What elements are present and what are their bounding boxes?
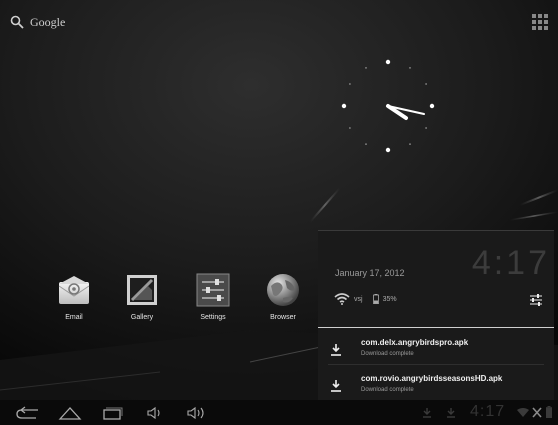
download-icon xyxy=(331,344,341,356)
home-icon[interactable] xyxy=(56,404,84,421)
notification-separator xyxy=(328,364,544,365)
battery-icon xyxy=(546,406,552,418)
back-icon[interactable] xyxy=(14,404,42,421)
download-icon xyxy=(423,408,431,418)
search-icon xyxy=(10,15,24,29)
status-bar-clock: 4:17 xyxy=(470,403,506,420)
notification-item[interactable]: com.delx.angrybirdspro.apk Download comp… xyxy=(318,333,554,371)
notification-title: com.delx.angrybirdspro.apk xyxy=(361,338,469,347)
gallery-icon xyxy=(127,275,157,305)
wifi-icon xyxy=(517,408,529,417)
system-navigation-bar: 4:17 xyxy=(0,400,558,425)
notification-title: com.rovio.angrybirdsseasonsHD.apk xyxy=(361,374,503,383)
download-icon xyxy=(447,408,455,418)
browser-globe-icon xyxy=(267,274,299,306)
quick-settings-icon[interactable] xyxy=(528,293,544,307)
wifi-network-label: vsj xyxy=(354,295,363,303)
app-settings[interactable]: Settings xyxy=(183,272,243,321)
analog-clock-widget[interactable] xyxy=(338,56,438,156)
search-label: Google xyxy=(30,14,66,29)
app-email[interactable]: Email xyxy=(44,272,104,321)
app-browser[interactable]: Browser xyxy=(253,272,313,321)
volume-up-icon[interactable] xyxy=(182,404,210,421)
notification-panel[interactable]: January 17, 2012 4:17 vsj 35% com.delx.a… xyxy=(318,230,554,401)
battery-percent: 35% xyxy=(382,295,397,303)
app-label: Browser xyxy=(270,314,296,321)
volume-down-icon[interactable] xyxy=(140,404,168,421)
app-label: Email xyxy=(65,314,83,321)
email-icon xyxy=(58,276,90,304)
panel-time: 4:17 xyxy=(471,244,550,282)
all-apps-button[interactable] xyxy=(532,14,548,30)
panel-date: January 17, 2012 xyxy=(335,268,405,278)
google-search-bar[interactable]: Google xyxy=(10,12,65,32)
app-gallery[interactable]: Gallery xyxy=(112,272,172,321)
wifi-icon xyxy=(334,293,350,305)
close-notifications-icon[interactable] xyxy=(532,407,542,418)
app-label: Settings xyxy=(200,314,226,321)
system-tray[interactable]: 4:17 xyxy=(420,403,555,422)
panel-status-row: vsj 35% xyxy=(334,293,397,305)
notification-subtitle: Download complete xyxy=(361,351,414,357)
settings-icon xyxy=(196,273,230,307)
notification-subtitle: Download complete xyxy=(361,387,414,393)
download-icon xyxy=(331,380,341,392)
app-label: Gallery xyxy=(130,314,154,321)
recent-apps-icon[interactable] xyxy=(98,404,126,421)
battery-icon xyxy=(372,294,379,304)
panel-divider xyxy=(318,327,554,328)
